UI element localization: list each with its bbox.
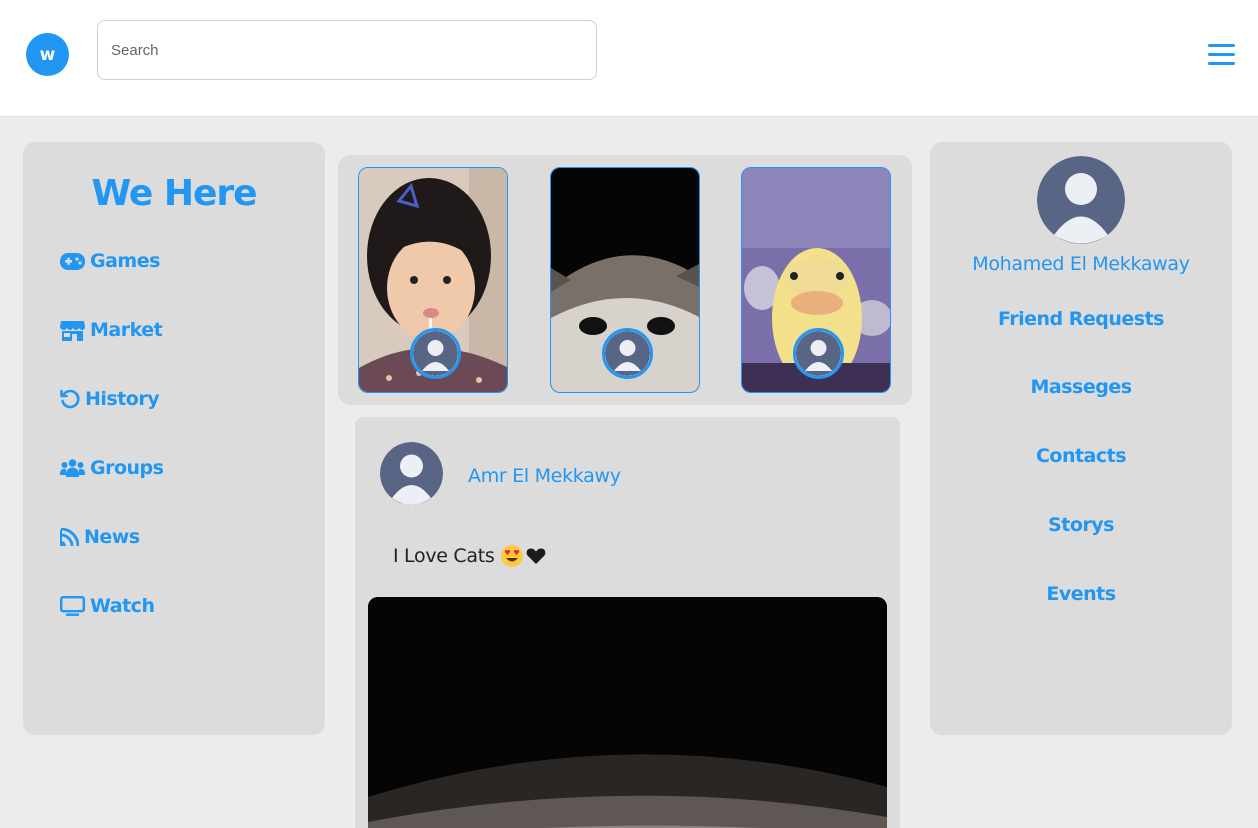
left-sidebar: We Here Games Market History Groups News…	[23, 142, 325, 735]
tv-icon	[60, 596, 85, 616]
stories-strip	[338, 155, 912, 405]
sidebar-item-groups[interactable]: Groups	[60, 457, 164, 479]
sidebar-item-label: Market	[90, 319, 163, 341]
app-logo[interactable]: w	[26, 33, 69, 76]
hamburger-menu-icon[interactable]	[1208, 44, 1235, 68]
history-icon	[60, 389, 80, 409]
story-card[interactable]	[550, 167, 700, 393]
story-avatar	[410, 328, 461, 379]
post-author-avatar[interactable]	[380, 442, 443, 505]
heart-eyes-emoji-icon	[501, 545, 524, 567]
gamepad-icon	[60, 252, 85, 270]
story-card[interactable]	[741, 167, 891, 393]
post-author-name[interactable]: Amr El Mekkawy	[468, 465, 621, 487]
sidebar-item-label: News	[84, 526, 140, 548]
user-avatar-icon	[605, 331, 650, 376]
post-image[interactable]	[368, 597, 887, 828]
right-sidebar: Mohamed El Mekkaway Friend Requests Mass…	[930, 142, 1232, 735]
link-events[interactable]: Events	[930, 583, 1232, 605]
user-avatar-icon	[796, 331, 841, 376]
profile-avatar[interactable]	[1037, 156, 1125, 244]
link-contacts[interactable]: Contacts	[930, 445, 1232, 467]
user-avatar-icon	[380, 442, 443, 505]
sidebar-item-watch[interactable]: Watch	[60, 595, 155, 617]
store-icon	[60, 320, 85, 341]
sidebar-item-label: Groups	[90, 457, 164, 479]
user-avatar-icon	[1037, 156, 1125, 244]
sidebar-item-label: Games	[90, 250, 160, 272]
post-text-content: I Love Cats	[393, 545, 495, 567]
link-friend-requests[interactable]: Friend Requests	[930, 308, 1232, 330]
black-heart-emoji-icon	[527, 548, 546, 564]
sidebar-item-news[interactable]: News	[60, 526, 140, 548]
link-messages[interactable]: Masseges	[930, 376, 1232, 398]
link-stories[interactable]: Storys	[930, 514, 1232, 536]
users-icon	[60, 459, 85, 477]
top-bar: w	[0, 0, 1258, 117]
sidebar-item-games[interactable]: Games	[60, 250, 160, 272]
sidebar-item-label: Watch	[90, 595, 155, 617]
post-photo-cat	[368, 597, 887, 828]
brand-title: We Here	[91, 173, 257, 214]
profile-name[interactable]: Mohamed El Mekkaway	[930, 253, 1232, 275]
story-card[interactable]	[358, 167, 508, 393]
story-avatar	[602, 328, 653, 379]
sidebar-item-market[interactable]: Market	[60, 319, 163, 341]
post-card: Amr El Mekkawy I Love Cats	[355, 417, 900, 828]
sidebar-item-label: History	[85, 388, 160, 410]
post-text: I Love Cats	[393, 544, 546, 568]
story-avatar	[793, 328, 844, 379]
search-input[interactable]	[97, 20, 597, 80]
sidebar-item-history[interactable]: History	[60, 388, 160, 410]
rss-icon	[60, 527, 79, 546]
user-avatar-icon	[413, 331, 458, 376]
